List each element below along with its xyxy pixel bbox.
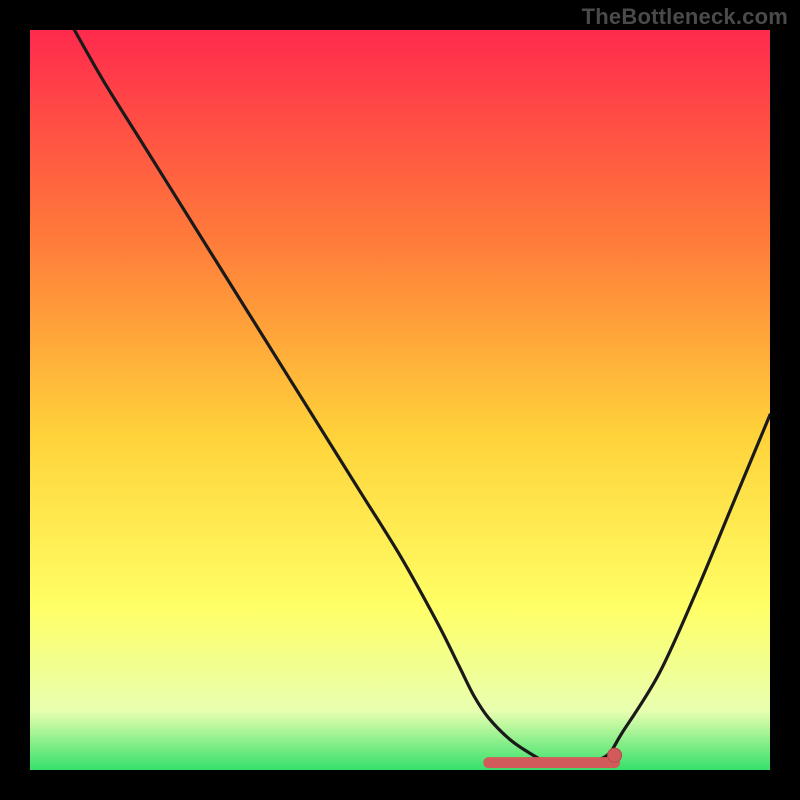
chart-frame: TheBottleneck.com: [0, 0, 800, 800]
chart-svg: [30, 30, 770, 770]
chart-plot-area: [30, 30, 770, 770]
marker-dot: [608, 748, 622, 762]
watermark-text: TheBottleneck.com: [582, 4, 788, 30]
